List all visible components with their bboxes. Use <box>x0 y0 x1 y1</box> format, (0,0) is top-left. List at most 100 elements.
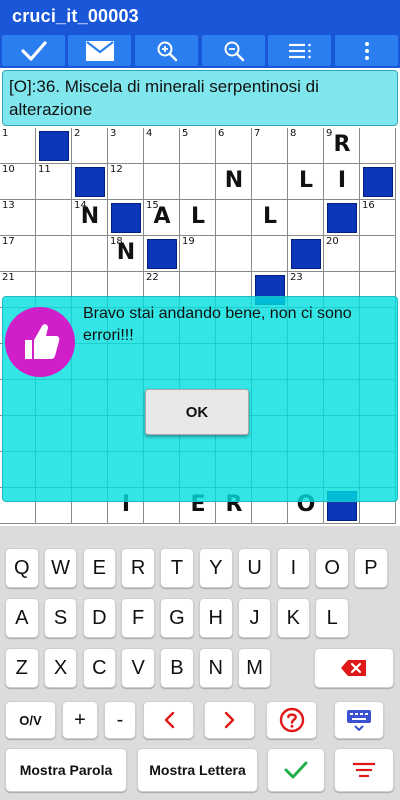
clear-lines-icon <box>353 762 375 778</box>
grid-cell[interactable] <box>36 236 72 272</box>
grid-cell[interactable]: 19 <box>180 236 216 272</box>
check-button[interactable] <box>2 35 65 66</box>
clear-button[interactable] <box>334 748 394 792</box>
grid-cell[interactable]: L <box>288 164 324 200</box>
cell-letter: N <box>116 240 136 265</box>
grid-cell[interactable] <box>144 164 180 200</box>
key-w[interactable]: W <box>43 548 78 588</box>
grid-cell[interactable]: 15 A <box>144 200 180 236</box>
key-ov[interactable]: O/V <box>5 701 56 739</box>
grid-cell[interactable]: 17 <box>0 236 36 272</box>
ok-button[interactable]: OK <box>145 389 249 435</box>
key-k[interactable]: K <box>276 598 311 638</box>
key-c[interactable]: C <box>82 648 117 688</box>
key-d[interactable]: D <box>82 598 117 638</box>
cell-number: 16 <box>362 200 375 211</box>
key-m[interactable]: M <box>237 648 272 688</box>
key-v[interactable]: V <box>121 648 155 688</box>
key-a[interactable]: A <box>5 598 39 638</box>
help-button[interactable] <box>266 701 317 739</box>
key-p[interactable]: P <box>354 548 388 588</box>
chevron-left-icon <box>164 711 174 729</box>
grid-cell[interactable] <box>36 200 72 236</box>
grid-cell[interactable]: 6 <box>216 128 252 164</box>
mail-button[interactable] <box>68 35 131 66</box>
grid-cell[interactable]: 11 <box>36 164 72 200</box>
grid-cell[interactable]: 14 N <box>72 200 108 236</box>
show-word-button[interactable]: Mostra Parola <box>5 748 127 792</box>
grid-cell[interactable] <box>360 128 396 164</box>
black-cell <box>72 164 108 200</box>
black-square <box>363 167 393 197</box>
key-y[interactable]: Y <box>199 548 233 588</box>
key-b[interactable]: B <box>160 648 194 688</box>
black-square <box>291 239 321 269</box>
grid-cell[interactable] <box>252 164 288 200</box>
grid-cell[interactable]: I <box>324 164 360 200</box>
grid-cell[interactable] <box>180 164 216 200</box>
list-button[interactable] <box>268 35 331 66</box>
grid-cell[interactable] <box>216 236 252 272</box>
key-h[interactable]: H <box>199 598 233 638</box>
key-o[interactable]: O <box>315 548 349 588</box>
zoom-in-button[interactable] <box>135 35 198 66</box>
grid-cell[interactable]: 9R <box>324 128 360 164</box>
grid-cell[interactable]: 4 <box>144 128 180 164</box>
key-j[interactable]: J <box>237 598 272 638</box>
key-plus[interactable]: + <box>62 701 98 739</box>
key-t[interactable]: T <box>160 548 194 588</box>
black-square <box>75 167 105 197</box>
key-l[interactable]: L <box>315 598 349 638</box>
grid-cell[interactable]: 1 <box>0 128 36 164</box>
prev-button[interactable] <box>143 701 194 739</box>
grid-cell[interactable]: 3 <box>108 128 144 164</box>
dialog-message: Bravo stai andando bene, non ci sono err… <box>83 305 352 344</box>
grid-cell[interactable]: N <box>216 164 252 200</box>
key-minus[interactable]: - <box>104 701 136 739</box>
grid-cell[interactable]: L <box>180 200 216 236</box>
hide-keyboard-button[interactable] <box>334 701 384 739</box>
cell-letter: N <box>224 168 244 193</box>
key-i[interactable]: I <box>276 548 311 588</box>
grid-cell[interactable]: 5 <box>180 128 216 164</box>
confirm-button[interactable] <box>267 748 325 792</box>
key-n[interactable]: N <box>199 648 233 688</box>
grid-cell[interactable]: 12 <box>108 164 144 200</box>
next-button[interactable] <box>204 701 255 739</box>
grid-cell[interactable]: 10 <box>0 164 36 200</box>
more-options-button[interactable] <box>335 35 398 66</box>
grid-cell[interactable]: L <box>252 200 288 236</box>
chevron-right-icon <box>224 711 234 729</box>
cell-letter: I <box>337 168 347 193</box>
zoom-out-button[interactable] <box>202 35 265 66</box>
grid-cell[interactable] <box>288 200 324 236</box>
grid-cell[interactable]: 20 <box>324 236 360 272</box>
show-letter-button[interactable]: Mostra Lettera <box>137 748 258 792</box>
grid-cell[interactable]: 13 <box>0 200 36 236</box>
cell-letter: A <box>153 204 171 229</box>
grid-cell[interactable]: 18 N <box>108 236 144 272</box>
key-f[interactable]: F <box>121 598 155 638</box>
cell-number: 22 <box>146 272 159 283</box>
key-q[interactable]: Q <box>5 548 39 588</box>
key-s[interactable]: S <box>43 598 78 638</box>
backspace-button[interactable] <box>314 648 394 688</box>
grid-cell[interactable]: 7 <box>252 128 288 164</box>
grid-cell[interactable] <box>216 200 252 236</box>
key-e[interactable]: E <box>82 548 117 588</box>
key-z[interactable]: Z <box>5 648 39 688</box>
black-cell <box>108 200 144 236</box>
key-g[interactable]: G <box>160 598 194 638</box>
more-vert-icon <box>364 41 369 60</box>
grid-cell[interactable]: 8 <box>288 128 324 164</box>
key-x[interactable]: X <box>43 648 78 688</box>
grid-cell[interactable] <box>252 236 288 272</box>
grid-cell[interactable]: 16 <box>360 200 396 236</box>
cell-letter: L <box>262 204 278 229</box>
grid-cell[interactable]: 2 <box>72 128 108 164</box>
grid-cell[interactable] <box>360 236 396 272</box>
key-r[interactable]: R <box>121 548 155 588</box>
crossword-app: cruci_it_00003 [O]:36. Miscela di minera… <box>0 0 400 800</box>
grid-cell[interactable] <box>72 236 108 272</box>
key-u[interactable]: U <box>237 548 272 588</box>
